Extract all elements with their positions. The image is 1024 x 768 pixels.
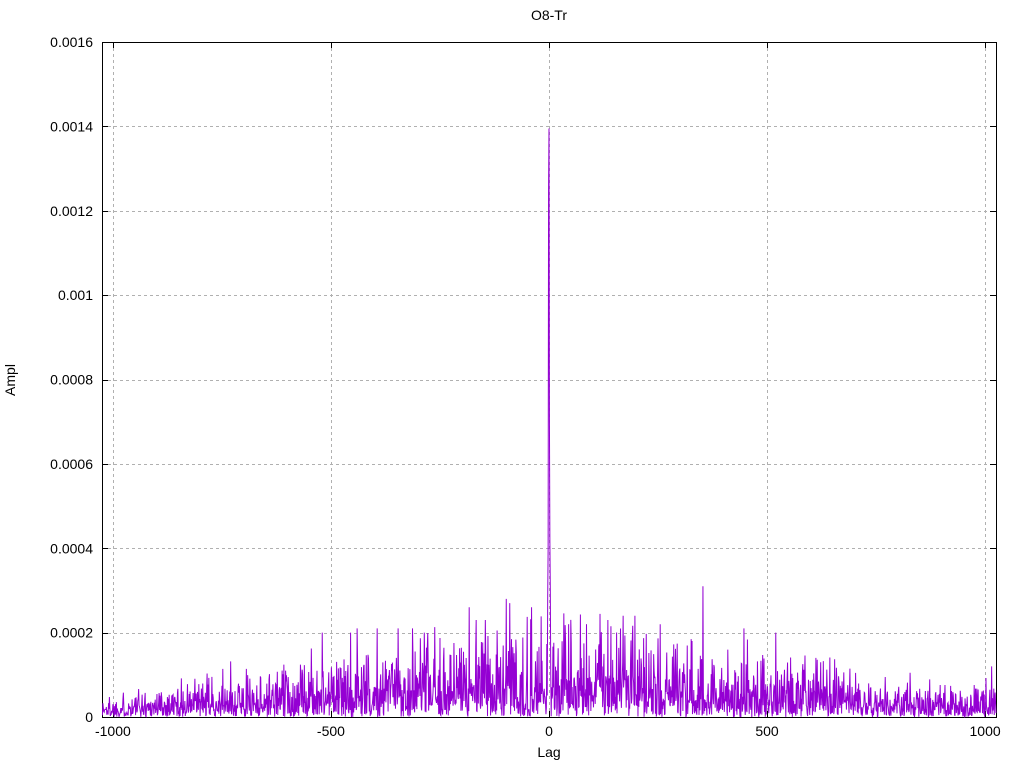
x-tick-label: 1000 (970, 723, 1001, 739)
y-tick-label: 0.0004 (50, 540, 93, 556)
y-tick-label: 0 (85, 709, 93, 725)
plot-svg: 0 0.0002 0.0004 0.0006 0.0008 0.001 0.0012 0.00… (0, 0, 1024, 768)
y-tick-label: 0.0012 (50, 203, 93, 219)
y-axis-label: Ampl (2, 350, 20, 410)
chart-canvas: 0 0.0002 0.0004 0.0006 0.0008 0.001 0.0012 0.00… (0, 0, 1024, 768)
x-tick-label: -1000 (95, 723, 131, 739)
y-tick-label: 0.0006 (50, 456, 93, 472)
y-tick-label: 0.001 (58, 287, 93, 303)
y-tick-label: 0.0016 (50, 34, 93, 50)
x-tick-label: 0 (545, 723, 553, 739)
x-tick-label: -500 (317, 723, 345, 739)
chart-title: O8-Tr (102, 7, 996, 23)
y-tick-label: 0.0008 (50, 372, 93, 388)
series-line (102, 128, 996, 717)
y-tick-label: 0.0002 (50, 625, 93, 641)
y-tick-label: 0.0014 (50, 118, 93, 134)
x-tick-label: 500 (755, 723, 779, 739)
x-axis-label: Lag (102, 744, 996, 760)
